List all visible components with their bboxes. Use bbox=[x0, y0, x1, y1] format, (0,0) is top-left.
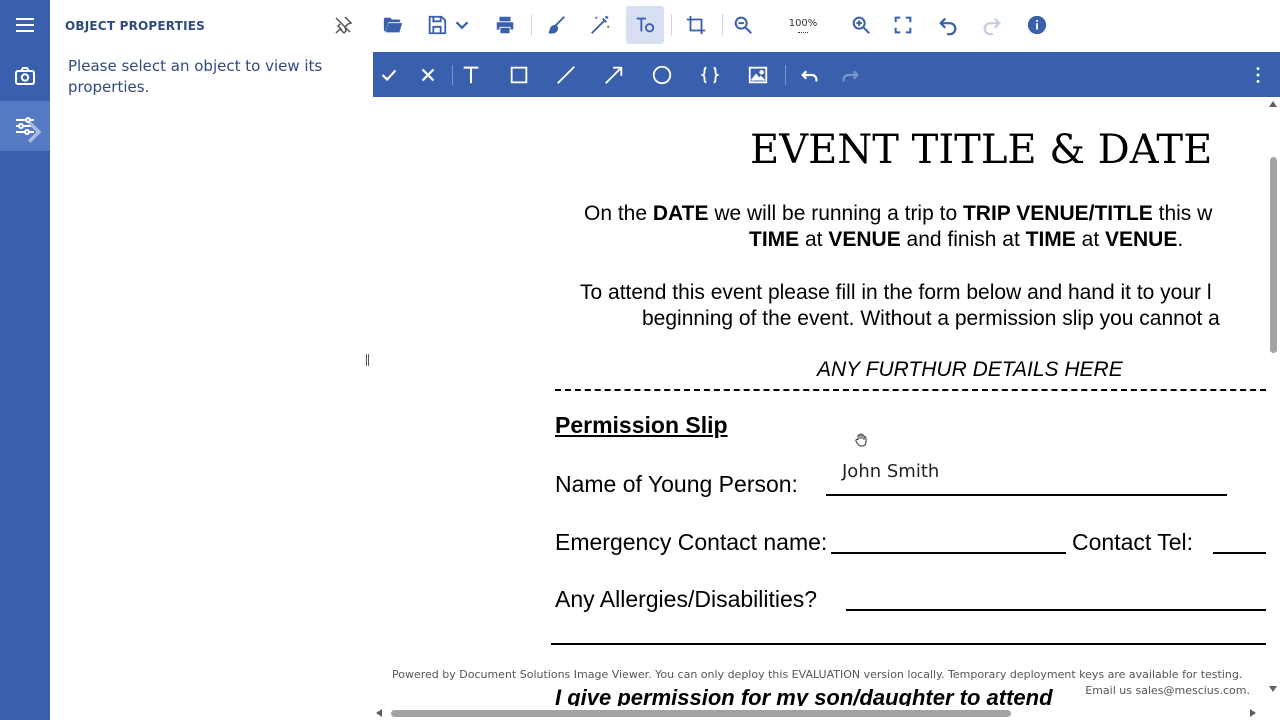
scroll-left-icon[interactable] bbox=[376, 709, 382, 717]
check-icon bbox=[381, 69, 397, 82]
name-value[interactable]: John Smith bbox=[842, 461, 939, 482]
document-viewport[interactable]: EVENT TITLE & DATE On the DATE we will b… bbox=[373, 97, 1280, 720]
camera-button[interactable] bbox=[0, 51, 50, 101]
horizontal-scrollbar[interactable] bbox=[373, 706, 1266, 720]
undo-icon bbox=[939, 17, 957, 36]
text-tools-icon bbox=[636, 17, 655, 33]
chevron-down-icon bbox=[455, 21, 469, 30]
paragraph-2-line-1: To attend this event please fill in the … bbox=[580, 281, 1212, 304]
allergies-line-2 bbox=[551, 643, 1266, 645]
menu-button[interactable] bbox=[0, 0, 50, 50]
name-line bbox=[826, 494, 1227, 496]
redo-icon bbox=[842, 70, 859, 82]
scroll-down-icon[interactable] bbox=[1269, 686, 1277, 692]
emergency-contact-line bbox=[831, 552, 1066, 554]
effects-button[interactable] bbox=[581, 6, 619, 44]
contact-tel-line bbox=[1213, 552, 1266, 554]
document-page: EVENT TITLE & DATE On the DATE we will b… bbox=[373, 97, 1266, 710]
unpin-button[interactable] bbox=[333, 15, 353, 35]
zoom-menu-indicator bbox=[798, 32, 808, 34]
permission-slip-heading: Permission Slip bbox=[555, 412, 728, 438]
redo-icon bbox=[983, 17, 1001, 36]
horizontal-scroll-thumb[interactable] bbox=[391, 710, 1011, 717]
zoom-out-icon bbox=[734, 16, 752, 34]
left-rail bbox=[0, 0, 50, 720]
allergies-label: Any Allergies/Disabilities? bbox=[555, 586, 818, 612]
crop-button[interactable] bbox=[677, 6, 715, 44]
print-icon bbox=[496, 16, 514, 34]
save-dropdown-button[interactable] bbox=[451, 6, 473, 44]
further-details: ANY FURTHUR DETAILS HERE bbox=[817, 358, 1123, 381]
text-tool[interactable] bbox=[452, 56, 490, 94]
apply-button[interactable] bbox=[370, 56, 408, 94]
evaluation-email: Email us sales@mescius.com. bbox=[1085, 684, 1250, 697]
annotation-toolbar bbox=[373, 52, 1280, 97]
paragraph-2-line-2: beginning of the event. Without a permis… bbox=[642, 307, 1220, 330]
paint-button[interactable] bbox=[538, 6, 576, 44]
text-icon bbox=[463, 66, 479, 84]
fit-button[interactable] bbox=[884, 6, 922, 44]
redo-annotation-button[interactable] bbox=[831, 56, 869, 94]
vertical-scroll-thumb[interactable] bbox=[1270, 157, 1277, 353]
about-button[interactable] bbox=[1018, 6, 1056, 44]
image-icon bbox=[748, 66, 768, 84]
cut-line bbox=[555, 389, 1266, 391]
ellipse-tool[interactable] bbox=[643, 56, 681, 94]
brush-icon bbox=[548, 16, 565, 34]
magic-wand-icon bbox=[591, 15, 610, 34]
vertical-scrollbar[interactable] bbox=[1266, 97, 1280, 706]
line-icon bbox=[557, 66, 575, 84]
crop-icon bbox=[686, 15, 706, 35]
zoom-in-button[interactable] bbox=[842, 6, 880, 44]
main-toolbar: 100% bbox=[373, 0, 1280, 52]
save-icon bbox=[428, 15, 447, 35]
rectangle-icon bbox=[510, 66, 528, 84]
brackets-icon bbox=[700, 66, 720, 84]
properties-button[interactable] bbox=[0, 101, 50, 151]
print-button[interactable] bbox=[486, 6, 524, 44]
undo-annotation-button[interactable] bbox=[791, 56, 829, 94]
image-tool[interactable] bbox=[739, 56, 777, 94]
camera-icon bbox=[15, 67, 35, 85]
folder-open-icon bbox=[383, 17, 403, 33]
info-icon bbox=[1027, 15, 1047, 35]
document-title: EVENT TITLE & DATE bbox=[750, 127, 1213, 173]
name-label: Name of Young Person: bbox=[555, 471, 798, 497]
panel-message: Please select an object to view its prop… bbox=[68, 57, 323, 96]
undo-button[interactable] bbox=[929, 6, 967, 44]
scroll-up-icon[interactable] bbox=[1269, 101, 1277, 107]
zoom-out-button[interactable] bbox=[724, 6, 762, 44]
close-icon bbox=[421, 68, 435, 82]
panel-splitter[interactable] bbox=[366, 354, 369, 366]
rectangle-tool[interactable] bbox=[500, 56, 538, 94]
arrow-tool[interactable] bbox=[595, 56, 633, 94]
scroll-right-icon[interactable] bbox=[1250, 709, 1256, 717]
paragraph-1-line-2: TIME at VENUE and finish at TIME at VENU… bbox=[749, 228, 1184, 251]
redo-button[interactable] bbox=[973, 6, 1011, 44]
arrow-icon bbox=[605, 66, 623, 84]
properties-panel: OBJECT PROPERTIES Please select an objec… bbox=[50, 0, 373, 720]
contact-tel-label: Contact Tel: bbox=[1072, 529, 1194, 555]
zoom-in-icon bbox=[852, 16, 870, 34]
chevron-right-icon bbox=[27, 121, 42, 143]
zoom-level[interactable]: 100% bbox=[783, 18, 823, 29]
hand-cursor-icon bbox=[855, 433, 867, 447]
open-button[interactable] bbox=[374, 6, 412, 44]
panel-title: OBJECT PROPERTIES bbox=[65, 19, 205, 33]
more-options-button[interactable] bbox=[1239, 56, 1277, 94]
allergies-line bbox=[846, 609, 1266, 611]
text-tools-button[interactable] bbox=[626, 6, 664, 44]
cancel-button[interactable] bbox=[409, 56, 447, 94]
emergency-contact-label: Emergency Contact name: bbox=[555, 529, 828, 555]
unpin-icon bbox=[335, 16, 353, 35]
more-vertical-icon bbox=[1256, 67, 1260, 83]
menu-icon bbox=[16, 18, 34, 32]
paragraph-1-line-1: On the DATE we will be running a trip to… bbox=[584, 202, 1213, 225]
fullscreen-icon bbox=[894, 16, 912, 34]
brackets-tool[interactable] bbox=[691, 56, 729, 94]
undo-icon bbox=[801, 70, 818, 82]
line-tool[interactable] bbox=[547, 56, 585, 94]
circle-icon bbox=[652, 65, 672, 85]
evaluation-watermark: Powered by Document Solutions Image View… bbox=[392, 668, 1243, 681]
